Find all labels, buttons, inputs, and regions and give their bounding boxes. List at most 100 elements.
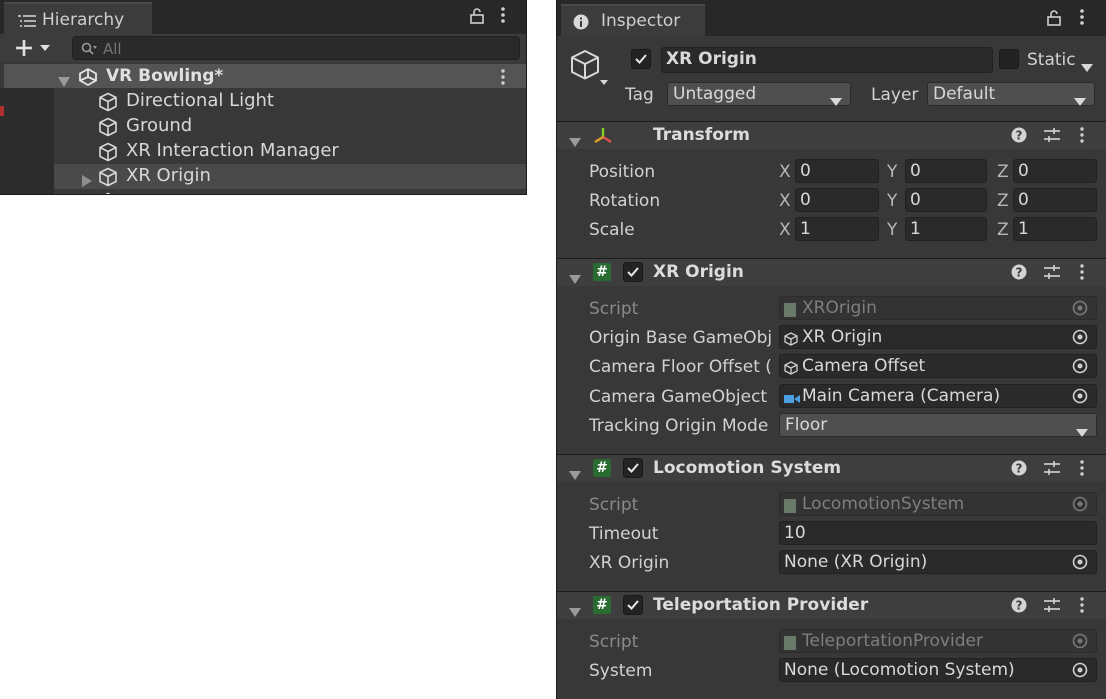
rotation-z-field[interactable]: 0 [1013, 188, 1097, 212]
gameobject-cube-icon [98, 142, 118, 166]
info-icon [573, 14, 589, 34]
static-dropdown-caret-icon[interactable] [1081, 57, 1093, 76]
component-menu-icon[interactable] [1079, 263, 1085, 285]
timeout-label: Timeout [589, 524, 659, 544]
origin-base-label: Origin Base GameObj [589, 328, 773, 348]
tracking-mode-dropdown[interactable]: Floor [779, 413, 1097, 437]
timeout-value: 10 [784, 523, 806, 543]
component-menu-icon[interactable] [1079, 459, 1085, 481]
scale-x-field[interactable]: 1 [795, 217, 879, 241]
locomotion-system-header[interactable]: # Locomotion System ? [557, 454, 1106, 482]
foldout-triangle-icon[interactable] [569, 465, 581, 484]
camera-go-value: Main Camera (Camera) [802, 386, 1001, 406]
hierarchy-item-cut-off[interactable] [54, 189, 526, 194]
tag-dropdown[interactable]: Untagged [667, 82, 851, 106]
component-menu-icon[interactable] [1079, 596, 1085, 618]
help-icon[interactable]: ? [1011, 460, 1027, 480]
layer-label: Layer [871, 85, 919, 105]
system-field[interactable]: None (Locomotion System) [779, 658, 1097, 682]
object-picker-icon [1072, 633, 1088, 653]
scale-y-value: 1 [910, 219, 921, 239]
rotation-y-value: 0 [910, 190, 921, 210]
origin-base-field[interactable]: XR Origin [779, 325, 1097, 349]
camera-floor-field[interactable]: Camera Offset [779, 354, 1097, 378]
object-name-field[interactable]: XR Origin [661, 47, 993, 73]
axis-z-label: Z [997, 191, 1009, 211]
gameobject-cube-icon [98, 92, 118, 116]
component-enabled-checkbox[interactable] [623, 595, 643, 615]
position-z-field[interactable]: 0 [1013, 159, 1097, 183]
inspector-tab-title: Inspector [601, 11, 681, 31]
inspector-tab-bar: Inspector [557, 0, 1106, 36]
timeout-field[interactable]: 10 [779, 521, 1097, 545]
object-picker-icon[interactable] [1072, 554, 1088, 574]
system-label: System [589, 661, 653, 681]
object-picker-icon[interactable] [1072, 388, 1088, 408]
object-picker-icon[interactable] [1072, 662, 1088, 682]
foldout-triangle-icon[interactable] [569, 602, 581, 621]
kebab-menu-icon[interactable] [500, 6, 506, 28]
teleport-title: Teleportation Provider [653, 595, 869, 615]
script-hash-icon: # [593, 459, 611, 477]
transform-title: Transform [653, 125, 750, 145]
gameobject-small-icon [784, 360, 798, 379]
gameobject-cube-icon [98, 167, 118, 191]
help-icon[interactable]: ? [1011, 127, 1027, 147]
transform-header[interactable]: Transform ? [557, 121, 1106, 149]
hierarchy-search[interactable] [72, 36, 520, 60]
static-checkbox[interactable] [999, 49, 1019, 69]
hierarchy-item-xr-interaction-manager[interactable]: XR Interaction Manager [54, 139, 526, 164]
preset-sliders-icon[interactable] [1043, 264, 1061, 284]
chevron-down-icon [1076, 422, 1088, 441]
rotation-label: Rotation [589, 191, 661, 211]
hierarchy-item-directional-light[interactable]: Directional Light [54, 89, 526, 114]
help-icon[interactable]: ? [1011, 264, 1027, 284]
layer-dropdown[interactable]: Default [927, 82, 1095, 106]
xr-origin-ref-field[interactable]: None (XR Origin) [779, 550, 1097, 574]
preset-sliders-icon[interactable] [1043, 127, 1061, 147]
component-menu-icon[interactable] [1079, 126, 1085, 148]
hierarchy-item-xr-origin[interactable]: XR Origin [54, 164, 526, 189]
camera-go-field[interactable]: Main Camera (Camera) [779, 384, 1097, 408]
svg-text:?: ? [1016, 129, 1023, 143]
component-enabled-checkbox[interactable] [623, 262, 643, 282]
object-picker-icon [1072, 300, 1088, 320]
inspector-tab[interactable]: Inspector [561, 4, 705, 36]
gameobject-large-icon[interactable] [569, 48, 613, 92]
help-icon[interactable]: ? [1011, 597, 1027, 617]
scene-kebab-menu-icon[interactable] [500, 68, 506, 90]
active-checkbox[interactable] [631, 49, 651, 69]
xr-origin-header[interactable]: # XR Origin ? [557, 258, 1106, 286]
teleportation-provider-header[interactable]: # Teleportation Provider ? [557, 591, 1106, 619]
position-x-value: 0 [800, 161, 811, 181]
lock-icon[interactable] [1047, 10, 1061, 30]
kebab-menu-icon[interactable] [1079, 8, 1085, 30]
position-x-field[interactable]: 0 [795, 159, 879, 183]
object-picker-icon[interactable] [1072, 329, 1088, 349]
hierarchy-item-label: Directional Light [126, 90, 274, 111]
foldout-triangle-icon[interactable] [569, 269, 581, 288]
hierarchy-tab[interactable]: Hierarchy [4, 2, 152, 34]
rotation-x-field[interactable]: 0 [795, 188, 879, 212]
scale-z-field[interactable]: 1 [1013, 217, 1097, 241]
search-input[interactable] [101, 38, 505, 60]
static-label: Static [1027, 50, 1076, 70]
teleport-script-field: TeleportationProvider [779, 629, 1097, 653]
position-y-field[interactable]: 0 [905, 159, 987, 183]
search-icon [81, 41, 97, 60]
component-enabled-checkbox[interactable] [623, 458, 643, 478]
scale-y-field[interactable]: 1 [905, 217, 987, 241]
add-object-button[interactable] [14, 36, 62, 60]
axis-y-label: Y [887, 162, 898, 182]
preset-sliders-icon[interactable] [1043, 460, 1061, 480]
lock-icon[interactable] [470, 8, 484, 28]
foldout-triangle-icon[interactable] [569, 132, 581, 151]
hierarchy-item-label: XR Origin [126, 165, 211, 186]
hierarchy-item-ground[interactable]: Ground [54, 114, 526, 139]
object-picker-icon[interactable] [1072, 358, 1088, 378]
rotation-y-field[interactable]: 0 [905, 188, 987, 212]
camera-floor-label: Camera Floor Offset ( [589, 357, 772, 377]
preset-sliders-icon[interactable] [1043, 597, 1061, 617]
hierarchy-item-label: XR Interaction Manager [126, 140, 339, 161]
camera-icon [784, 390, 800, 409]
